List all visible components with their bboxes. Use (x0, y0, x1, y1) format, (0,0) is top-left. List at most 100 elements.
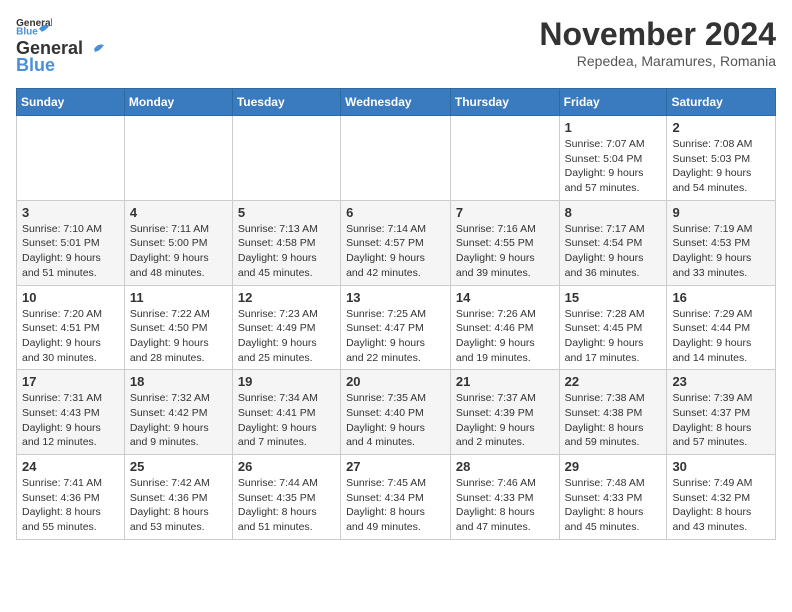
day-info-line: Sunrise: 7:23 AM (238, 308, 318, 320)
calendar-cell: 25Sunrise: 7:42 AMSunset: 4:36 PMDayligh… (124, 455, 232, 540)
day-info-line: Daylight: 9 hours and 42 minutes. (346, 252, 425, 279)
calendar-cell: 12 Sunrise: 7:23 AM Sunset: 4:49 PM Dayligh… (232, 285, 340, 370)
day-info-line: Sunrise: 7:16 AM (456, 223, 536, 235)
calendar-header-thursday: Thursday (450, 89, 559, 116)
day-info-line: Sunrise: 7:37 AM (456, 392, 536, 404)
calendar-week-row: 24 Sunrise: 7:41 AMSunset: 4:36 PMDayligh… (17, 455, 776, 540)
day-info-line: Daylight: 9 hours and 4 minutes. (346, 422, 425, 449)
day-number: 10 (22, 290, 119, 305)
calendar-header-sunday: Sunday (17, 89, 125, 116)
day-info-line: Daylight: 9 hours and 33 minutes. (672, 252, 751, 279)
calendar-cell: 26Sunrise: 7:44 AMSunset: 4:35 PMDayligh… (232, 455, 340, 540)
day-info-line: Daylight: 8 hours and 57 minutes. (672, 422, 751, 449)
day-info-line: Sunset: 4:50 PM (130, 322, 208, 334)
day-number: 30 (672, 459, 770, 474)
day-number: 24 (22, 459, 119, 474)
calendar-cell: 22 Sunrise: 7:38 AMSunset: 4:38 PMDayligh… (559, 370, 667, 455)
day-info-line: Daylight: 9 hours and 14 minutes. (672, 337, 751, 364)
day-info-line: Sunset: 4:49 PM (238, 322, 316, 334)
day-info-line: Sunrise: 7:19 AM (672, 223, 752, 235)
day-info-line: Sunset: 4:34 PM (346, 492, 424, 504)
day-info-line: Daylight: 9 hours and 48 minutes. (130, 252, 209, 279)
day-info-line: Daylight: 8 hours and 55 minutes. (22, 506, 101, 533)
day-info-line: Daylight: 8 hours and 45 minutes. (565, 506, 644, 533)
month-year: November 2024 (539, 16, 776, 53)
calendar-cell: 27Sunrise: 7:45 AMSunset: 4:34 PMDayligh… (341, 455, 451, 540)
day-info: Sunrise: 7:23 AM Sunset: 4:49 PM Daylight:… (238, 307, 335, 366)
day-info-line: Sunset: 4:44 PM (672, 322, 750, 334)
day-number: 20 (346, 374, 445, 389)
day-info-line: Sunset: 5:01 PM (22, 237, 100, 249)
day-info-line: Sunset: 4:33 PM (565, 492, 643, 504)
day-info: Sunrise: 7:44 AMSunset: 4:35 PMDaylight:… (238, 476, 335, 535)
day-info: Sunrise: 7:20 AMSunset: 4:51 PMDaylight:… (22, 307, 119, 366)
day-info: Sunrise: 7:13 AMSunset: 4:58 PMDaylight:… (238, 222, 335, 281)
day-info-line: Sunset: 4:46 PM (456, 322, 534, 334)
day-info-line: Sunrise: 7:14 AM (346, 223, 426, 235)
calendar-cell: 9Sunrise: 7:19 AMSunset: 4:53 PMDaylight… (667, 200, 776, 285)
day-info-line: Daylight: 9 hours and 57 minutes. (565, 167, 644, 194)
calendar-cell (17, 116, 125, 201)
calendar-cell (450, 116, 559, 201)
day-number: 7 (456, 205, 554, 220)
day-number: 22 (565, 374, 662, 389)
calendar-header-wednesday: Wednesday (341, 89, 451, 116)
day-info: Sunrise: 7:34 AMSunset: 4:41 PMDaylight:… (238, 391, 335, 450)
day-number: 14 (456, 290, 554, 305)
day-info-line: Sunset: 4:41 PM (238, 407, 316, 419)
calendar-cell: 23 Sunrise: 7:39 AM Sunset: 4:37 PM Dayligh… (667, 370, 776, 455)
day-info-line: Daylight: 9 hours and 7 minutes. (238, 422, 317, 449)
day-number: 15 (565, 290, 662, 305)
day-info: Sunrise: 7:28 AMSunset: 4:45 PMDaylight:… (565, 307, 662, 366)
day-number: 16 (672, 290, 770, 305)
calendar-cell: 30Sunrise: 7:49 AMSunset: 4:32 PMDayligh… (667, 455, 776, 540)
calendar-cell: 1Sunrise: 7:07 AMSunset: 5:04 PMDaylight… (559, 116, 667, 201)
day-info: Sunrise: 7:32 AMSunset: 4:42 PMDaylight:… (130, 391, 227, 450)
day-info-line: Daylight: 8 hours and 43 minutes. (672, 506, 751, 533)
day-info: Sunrise: 7:41 AMSunset: 4:36 PMDaylight:… (22, 476, 119, 535)
day-info-line: Sunset: 4:40 PM (346, 407, 424, 419)
day-info: Sunrise: 7:48 AMSunset: 4:33 PMDaylight:… (565, 476, 662, 535)
day-info-line: Sunset: 4:58 PM (238, 237, 316, 249)
day-info-line: Sunset: 4:36 PM (130, 492, 208, 504)
day-info-line: Sunrise: 7:39 AM (672, 392, 752, 404)
day-info-line: Daylight: 9 hours and 2 minutes. (456, 422, 535, 449)
calendar-week-row: 17Sunrise: 7:31 AMSunset: 4:43 PMDayligh… (17, 370, 776, 455)
calendar-cell: 21 Sunrise: 7:37 AMSunset: 4:39 PMDayligh… (450, 370, 559, 455)
logo-blue: Blue (16, 55, 55, 76)
day-info-line: Sunset: 4:33 PM (456, 492, 534, 504)
day-info-line: Daylight: 8 hours and 51 minutes. (238, 506, 317, 533)
day-info-line: Daylight: 8 hours and 49 minutes. (346, 506, 425, 533)
day-number: 5 (238, 205, 335, 220)
day-info-line: Daylight: 9 hours and 22 minutes. (346, 337, 425, 364)
day-info-line: Daylight: 9 hours and 36 minutes. (565, 252, 644, 279)
calendar-cell: 8Sunrise: 7:17 AMSunset: 4:54 PMDaylight… (559, 200, 667, 285)
day-info: Sunrise: 7:07 AMSunset: 5:04 PMDaylight:… (565, 137, 662, 196)
calendar-cell: 10 Sunrise: 7:20 AMSunset: 4:51 PMDayligh… (17, 285, 125, 370)
day-number: 21 (456, 374, 554, 389)
day-number: 23 (672, 374, 770, 389)
day-info-line: Sunrise: 7:49 AM (672, 477, 752, 489)
day-number: 12 (238, 290, 335, 305)
day-info: Sunrise: 7:08 AMSunset: 5:03 PMDaylight:… (672, 137, 770, 196)
day-number: 3 (22, 205, 119, 220)
calendar-cell: 24 Sunrise: 7:41 AMSunset: 4:36 PMDayligh… (17, 455, 125, 540)
calendar-header-friday: Friday (559, 89, 667, 116)
day-info: Sunrise: 7:16 AMSunset: 4:55 PMDaylight:… (456, 222, 554, 281)
calendar: SundayMondayTuesdayWednesdayThursdayFrid… (16, 88, 776, 540)
day-info-line: Daylight: 9 hours and 54 minutes. (672, 167, 751, 194)
calendar-header-tuesday: Tuesday (232, 89, 340, 116)
day-info-line: Daylight: 9 hours and 19 minutes. (456, 337, 535, 364)
day-info-line: Daylight: 8 hours and 53 minutes. (130, 506, 209, 533)
day-info: Sunrise: 7:25 AMSunset: 4:47 PMDaylight:… (346, 307, 445, 366)
day-info-line: Sunrise: 7:42 AM (130, 477, 210, 489)
day-number: 13 (346, 290, 445, 305)
day-info: Sunrise: 7:31 AMSunset: 4:43 PMDaylight:… (22, 391, 119, 450)
day-info: Sunrise: 7:42 AM Sunset: 4:36 PM Daylight:… (130, 476, 227, 535)
day-info-line: Sunset: 5:03 PM (672, 153, 750, 165)
day-number: 18 (130, 374, 227, 389)
day-info-line: Sunset: 4:37 PM (672, 407, 750, 419)
day-info: Sunrise: 7:38 AMSunset: 4:38 PMDaylight:… (565, 391, 662, 450)
day-info: Sunrise: 7:37 AMSunset: 4:39 PMDaylight:… (456, 391, 554, 450)
day-info-line: Daylight: 9 hours and 25 minutes. (238, 337, 317, 364)
